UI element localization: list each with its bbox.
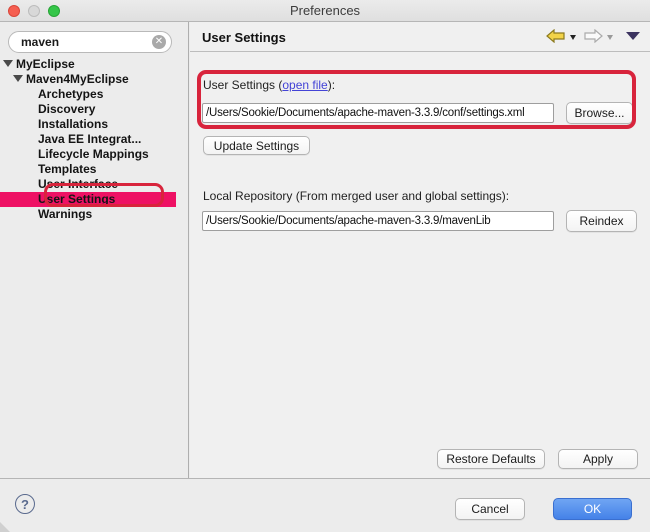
update-settings-button[interactable]: Update Settings: [203, 136, 310, 155]
tree-item-label: User Interface: [38, 177, 118, 191]
tree-item-templates[interactable]: Templates: [0, 162, 176, 177]
filter-search-box: ✕: [8, 31, 172, 53]
tree-item-label: Lifecycle Mappings: [38, 147, 149, 161]
tree-item-user-settings[interactable]: User Settings: [0, 192, 176, 207]
tree-item-warnings[interactable]: Warnings: [0, 207, 176, 222]
view-menu-icon[interactable]: [626, 32, 640, 40]
window-title: Preferences: [0, 3, 650, 18]
search-input[interactable]: [21, 34, 151, 50]
preferences-window: Preferences ✕ MyEclipseMaven4MyEclipseAr…: [0, 0, 650, 532]
browse-button[interactable]: Browse...: [566, 102, 633, 124]
tree-item-label: User Settings: [38, 192, 115, 206]
user-settings-label-suffix: ):: [328, 78, 335, 92]
reindex-button[interactable]: Reindex: [566, 210, 637, 232]
clear-search-icon[interactable]: ✕: [152, 35, 166, 49]
apply-button[interactable]: Apply: [558, 449, 638, 469]
forward-history-caret-icon[interactable]: [607, 35, 613, 40]
tree-item-label: Discovery: [38, 102, 95, 116]
main-panel: User Settings User Settings (open file):…: [190, 22, 650, 478]
local-repository-label: Local Repository (From merged user and g…: [203, 189, 509, 203]
ok-button[interactable]: OK: [553, 498, 632, 520]
back-arrow-icon[interactable]: [546, 29, 566, 43]
back-history-caret-icon[interactable]: [570, 35, 576, 40]
settings-path-input[interactable]: [202, 103, 554, 123]
tree-item-installations[interactable]: Installations: [0, 117, 176, 132]
resize-grip[interactable]: [0, 522, 10, 532]
tree-item-archetypes[interactable]: Archetypes: [0, 87, 176, 102]
tree-item-label: Templates: [38, 162, 96, 176]
footer-bar: ? Cancel OK: [0, 478, 650, 532]
repository-path-input[interactable]: [202, 211, 554, 231]
restore-defaults-button[interactable]: Restore Defaults: [437, 449, 545, 469]
tree-item-label: Maven4MyEclipse: [26, 72, 129, 86]
tree-item-label: Installations: [38, 117, 108, 131]
expanded-twisty-icon[interactable]: [3, 60, 13, 67]
open-file-link[interactable]: open file: [282, 78, 327, 92]
user-settings-label-prefix: User Settings (: [203, 78, 282, 92]
page-title: User Settings: [202, 30, 286, 45]
sidebar: ✕ MyEclipseMaven4MyEclipseArchetypesDisc…: [0, 22, 189, 478]
tree-item-java-ee-integrat[interactable]: Java EE Integrat...: [0, 132, 176, 147]
forward-arrow-icon[interactable]: [583, 29, 603, 43]
title-bar: Preferences: [0, 0, 650, 22]
tree-item-label: Warnings: [38, 207, 92, 221]
tree-item-label: MyEclipse: [16, 57, 75, 71]
tree-item-myeclipse[interactable]: MyEclipse: [0, 57, 176, 72]
help-button[interactable]: ?: [15, 494, 35, 514]
preferences-tree: MyEclipseMaven4MyEclipseArchetypesDiscov…: [0, 57, 189, 222]
tree-item-maven4myeclipse[interactable]: Maven4MyEclipse: [0, 72, 176, 87]
tree-item-discovery[interactable]: Discovery: [0, 102, 176, 117]
tree-item-label: Java EE Integrat...: [38, 132, 141, 146]
tree-item-label: Archetypes: [38, 87, 103, 101]
history-nav: [546, 29, 640, 43]
user-settings-label: User Settings (open file):: [203, 78, 335, 92]
tree-item-lifecycle-mappings[interactable]: Lifecycle Mappings: [0, 147, 176, 162]
expanded-twisty-icon[interactable]: [13, 75, 23, 82]
main-header: User Settings: [190, 22, 650, 52]
tree-item-user-interface[interactable]: User Interface: [0, 177, 176, 192]
cancel-button[interactable]: Cancel: [455, 498, 525, 520]
